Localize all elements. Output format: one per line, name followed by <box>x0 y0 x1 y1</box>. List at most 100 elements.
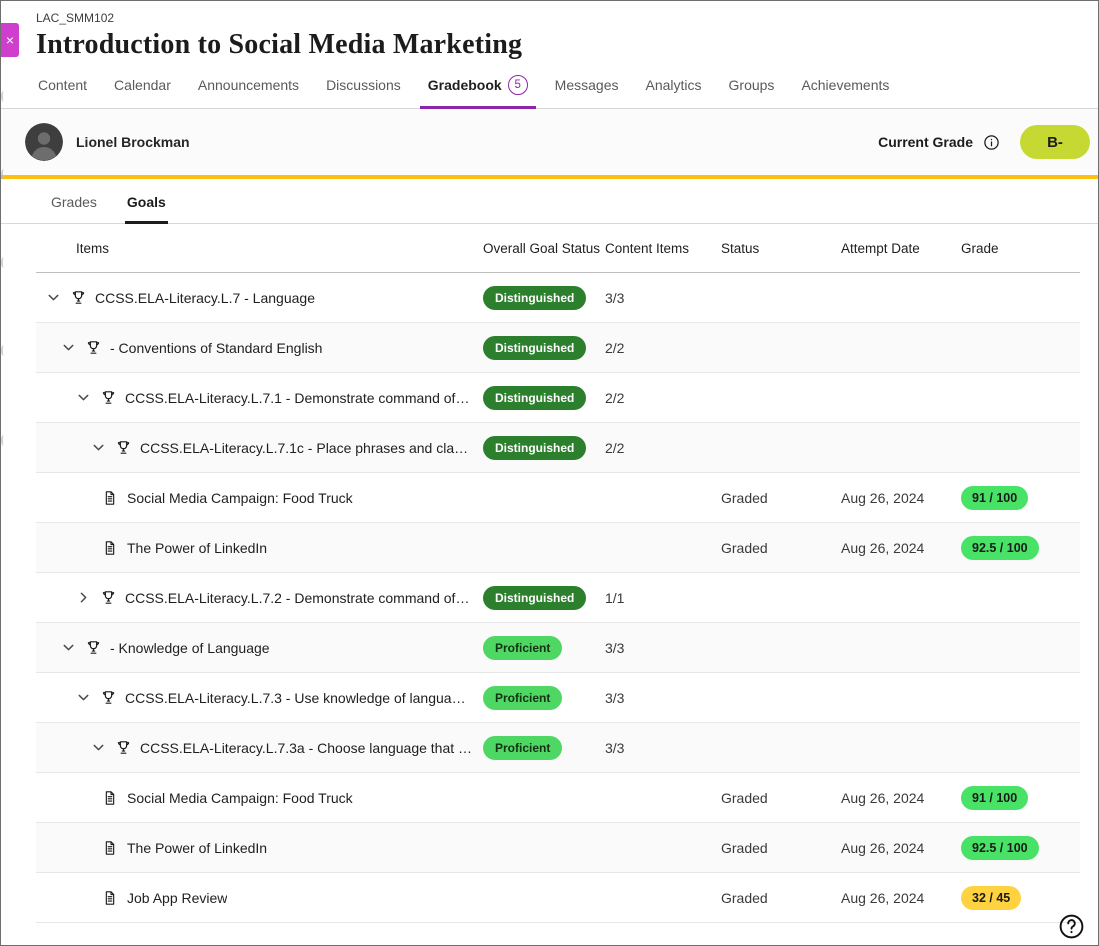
goal-status-cell: Distinguished <box>483 336 605 360</box>
tab-groups[interactable]: Groups <box>727 71 777 108</box>
goal-status-badge: Proficient <box>483 636 562 660</box>
grade-cell: 91 / 100 <box>961 786 1080 810</box>
goal-status-badge: Distinguished <box>483 386 586 410</box>
goal-row: - Conventions of Standard English Disting… <box>36 323 1080 373</box>
item-row[interactable]: Social Media Campaign: Food TruckGradedA… <box>36 473 1080 523</box>
item-row[interactable]: The Power of LinkedInGradedAug 26, 20249… <box>36 823 1080 873</box>
attempt-date-cell: Aug 26, 2024 <box>841 790 961 806</box>
close-icon: × <box>6 33 14 47</box>
goal-row: CCSS.ELA-Literacy.L.7 - LanguageDistingu… <box>36 273 1080 323</box>
goal-row: - Knowledge of LanguageProficient3/3 <box>36 623 1080 673</box>
document-icon <box>102 540 118 556</box>
attempt-date-cell: Aug 26, 2024 <box>841 890 961 906</box>
tab-discussions[interactable]: Discussions <box>324 71 403 108</box>
collapse-row-button[interactable] <box>87 437 109 459</box>
current-grade-pill: B- <box>1020 125 1090 159</box>
item-label: The Power of LinkedIn <box>127 540 267 556</box>
attempt-date-cell: Aug 26, 2024 <box>841 490 961 506</box>
item-row[interactable]: Job App ReviewGradedAug 26, 202432 / 45 <box>36 873 1080 923</box>
content-items-cell: 3/3 <box>605 290 721 306</box>
content-items-cell: 2/2 <box>605 340 721 356</box>
grade-cell: 92.5 / 100 <box>961 536 1080 560</box>
goal-status-badge: Distinguished <box>483 586 586 610</box>
subtab-goals[interactable]: Goals <box>125 179 168 223</box>
document-icon <box>102 790 118 806</box>
grade-pill: 91 / 100 <box>961 486 1028 510</box>
tab-label: Content <box>38 77 87 93</box>
goal-status-cell: Distinguished <box>483 386 605 410</box>
status-cell: Graded <box>721 790 841 806</box>
goal-label: - Conventions of Standard English <box>110 340 322 356</box>
goal-label: CCSS.ELA-Literacy.L.7.1 - Demonstrate co… <box>125 390 473 406</box>
goals-table-body: CCSS.ELA-Literacy.L.7 - LanguageDistingu… <box>36 273 1080 923</box>
goal-status-badge: Distinguished <box>483 286 586 310</box>
tab-analytics[interactable]: Analytics <box>643 71 703 108</box>
goal-status-cell: Distinguished <box>483 286 605 310</box>
items-cell: Social Media Campaign: Food Truck <box>36 790 483 806</box>
tab-calendar[interactable]: Calendar <box>112 71 173 108</box>
chevron-down-icon <box>91 740 106 755</box>
tab-label: Achievements <box>801 77 889 93</box>
avatar <box>25 123 63 161</box>
help-button[interactable] <box>1056 911 1086 941</box>
course-header: LAC_SMM102 Introduction to Social Media … <box>1 1 1098 61</box>
tab-label: Calendar <box>114 77 171 93</box>
grade-pill: 91 / 100 <box>961 786 1028 810</box>
goal-label: CCSS.ELA-Literacy.L.7.3 - Use knowledge … <box>125 690 473 706</box>
close-panel-button[interactable]: × <box>1 23 19 57</box>
collapse-row-button[interactable] <box>87 737 109 759</box>
content-items-cell: 3/3 <box>605 740 721 756</box>
tab-label: Announcements <box>198 77 299 93</box>
chevron-down-icon <box>76 690 91 705</box>
goal-row: CCSS.ELA-Literacy.L.7.3a - Choose langua… <box>36 723 1080 773</box>
goal-row: CCSS.ELA-Literacy.L.7.1 - Demonstrate co… <box>36 373 1080 423</box>
collapse-row-button[interactable] <box>57 637 79 659</box>
collapse-row-button[interactable] <box>72 687 94 709</box>
items-cell: CCSS.ELA-Literacy.L.7.3 - Use knowledge … <box>36 687 483 709</box>
collapse-row-button[interactable] <box>42 287 64 309</box>
course-code: LAC_SMM102 <box>36 11 1078 25</box>
column-header-grade: Grade <box>961 241 1080 256</box>
trophy-icon <box>85 339 102 356</box>
goal-status-badge: Distinguished <box>483 336 586 360</box>
obscured-sidebar-fragment <box>1 257 6 268</box>
tab-gradebook[interactable]: Gradebook5 <box>426 71 530 108</box>
course-title: Introduction to Social Media Marketing <box>36 29 1078 61</box>
chevron-down-icon <box>91 440 106 455</box>
chevron-down-icon <box>76 390 91 405</box>
attempt-date-cell: Aug 26, 2024 <box>841 840 961 856</box>
tab-announcements[interactable]: Announcements <box>196 71 301 108</box>
item-label: The Power of LinkedIn <box>127 840 267 856</box>
item-row[interactable]: The Power of LinkedInGradedAug 26, 20249… <box>36 523 1080 573</box>
items-cell: - Conventions of Standard English <box>36 337 483 359</box>
content-items-cell: 2/2 <box>605 440 721 456</box>
obscured-sidebar-fragment <box>1 345 6 356</box>
chevron-down-icon <box>61 640 76 655</box>
attempt-date-cell: Aug 26, 2024 <box>841 540 961 556</box>
status-cell: Graded <box>721 490 841 506</box>
collapse-row-button[interactable] <box>57 337 79 359</box>
goal-label: CCSS.ELA-Literacy.L.7.1c - Place phrases… <box>140 440 473 456</box>
items-cell: CCSS.ELA-Literacy.L.7 - Language <box>36 287 483 309</box>
course-nav: Content Calendar Announcements Discussions G… <box>1 71 1098 109</box>
collapse-row-button[interactable] <box>72 387 94 409</box>
item-row[interactable]: Social Media Campaign: Food Truck GradedA… <box>36 773 1080 823</box>
tab-achievements[interactable]: Achievements <box>799 71 891 108</box>
nav-tabs: Content Calendar Announcements Discussions G… <box>36 71 1098 108</box>
tab-label: Analytics <box>645 77 701 93</box>
document-icon <box>102 490 118 506</box>
goals-table-header: ItemsOverall Goal StatusContent ItemsSta… <box>36 224 1080 273</box>
column-header-overall-goal-status: Overall Goal Status <box>483 241 605 256</box>
goal-status-cell: Distinguished <box>483 436 605 460</box>
tab-label: Discussions <box>326 77 401 93</box>
goal-status-badge: Proficient <box>483 736 562 760</box>
tab-content[interactable]: Content <box>36 71 89 108</box>
expand-row-button[interactable] <box>72 587 94 609</box>
items-cell: CCSS.ELA-Literacy.L.7.1c - Place phrases… <box>36 437 483 459</box>
subtab-grades[interactable]: Grades <box>49 179 99 223</box>
info-icon[interactable] <box>983 134 1000 151</box>
status-cell: Graded <box>721 840 841 856</box>
tab-messages[interactable]: Messages <box>553 71 621 108</box>
goal-label: CCSS.ELA-Literacy.L.7.2 - Demonstrate co… <box>125 590 473 606</box>
goal-status-cell: Proficient <box>483 686 605 710</box>
